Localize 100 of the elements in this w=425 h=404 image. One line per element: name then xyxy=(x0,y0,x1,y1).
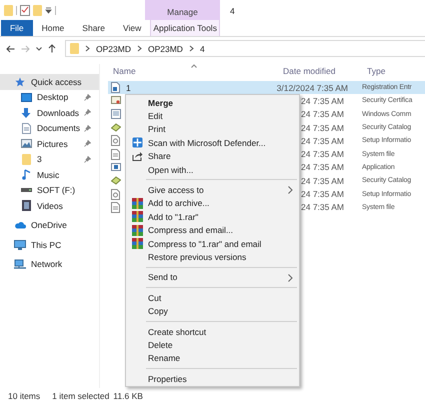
cloud-icon xyxy=(14,221,26,230)
pin-icon xyxy=(84,140,91,147)
pin-icon xyxy=(84,156,91,162)
menu-item[interactable]: Delete xyxy=(126,338,299,352)
film-icon xyxy=(22,200,30,212)
column-header[interactable]: Name xyxy=(108,66,283,76)
breadcrumb[interactable]: OP23MD xyxy=(148,44,183,54)
menu-item[interactable]: Print xyxy=(126,122,299,136)
sort-caret-icon xyxy=(191,64,197,68)
ribbon-tab[interactable]: Home xyxy=(32,20,74,36)
window-title: 4 xyxy=(229,5,235,18)
archive-books-icon xyxy=(132,238,142,250)
sidebar-item[interactable]: OneDrive xyxy=(0,218,99,233)
sidebar-item[interactable]: 3 xyxy=(0,152,99,167)
column-header[interactable]: Type xyxy=(367,66,386,76)
item-count: 10 items xyxy=(8,391,40,401)
share-icon xyxy=(132,151,142,162)
date-cell: 24 7:35 AM xyxy=(301,162,344,172)
dropdown-icon[interactable] xyxy=(45,6,52,14)
back-arrow-icon[interactable] xyxy=(6,44,15,52)
file-icon xyxy=(111,95,121,106)
folder-icon xyxy=(4,4,13,16)
desktop-icon xyxy=(20,92,32,102)
file-icon xyxy=(111,175,121,186)
date-cell: 24 7:35 AM xyxy=(301,122,344,133)
sidebar-item[interactable]: This PC xyxy=(0,237,99,252)
date-cell: 24 7:35 AM xyxy=(301,176,344,186)
sidebar-item[interactable]: Music xyxy=(0,167,99,182)
menu-item[interactable]: Give access to xyxy=(126,183,299,197)
drive-icon xyxy=(20,187,32,194)
breadcrumb[interactable]: OP23MD xyxy=(96,44,131,54)
picture-icon xyxy=(20,139,32,148)
music-note-icon xyxy=(22,169,30,180)
ribbon-tab[interactable]: View xyxy=(114,20,150,36)
folder-icon xyxy=(70,43,79,54)
pin-icon xyxy=(84,124,91,132)
ribbon-tab[interactable]: Share xyxy=(73,20,114,36)
sidebar-item[interactable]: SOFT (F:) xyxy=(0,182,99,198)
menu-item[interactable]: Open with... xyxy=(126,162,299,176)
folder-icon xyxy=(22,154,30,165)
date-cell: 24 7:35 AM xyxy=(301,149,344,160)
date-cell: 24 7:35 AM xyxy=(301,202,344,212)
sidebar-item[interactable]: Pictures xyxy=(0,136,99,152)
archive-books-icon xyxy=(132,198,142,209)
menu-item[interactable]: Merge xyxy=(126,96,299,110)
sidebar-item[interactable]: Documents xyxy=(0,120,99,136)
menu-item[interactable]: Add to archive... xyxy=(126,196,299,210)
menu-item[interactable]: Rename xyxy=(126,352,299,366)
up-arrow-icon[interactable] xyxy=(48,44,56,53)
document-icon xyxy=(22,122,30,134)
menu-item[interactable]: Restore previous versions xyxy=(126,250,299,264)
chevron-icon xyxy=(136,45,142,52)
column-header[interactable]: Date modified xyxy=(283,66,367,76)
file-name: 1 xyxy=(126,82,131,93)
dropdown-icon[interactable] xyxy=(36,46,42,50)
file-icon xyxy=(111,202,121,213)
sidebar-item[interactable]: Desktop xyxy=(0,90,99,105)
menu-item[interactable]: Edit xyxy=(126,109,299,123)
file-icon xyxy=(111,148,121,160)
selection-size: 11.6 KB xyxy=(113,391,143,401)
menu-item[interactable]: Copy xyxy=(126,304,299,318)
file-icon xyxy=(111,188,121,200)
chevron-icon xyxy=(188,45,194,52)
breadcrumb[interactable]: 4 xyxy=(200,44,205,54)
file-icon xyxy=(111,162,121,173)
monitor-icon xyxy=(14,240,26,250)
pin-icon xyxy=(84,109,91,116)
file-icon xyxy=(111,122,121,134)
menu-item[interactable]: Compress to "1.rar" and email xyxy=(126,236,299,250)
selection-status: 1 item selected xyxy=(52,391,110,401)
menu-item[interactable]: Share xyxy=(126,150,299,163)
file-icon xyxy=(111,108,121,120)
date-cell: 24 7:35 AM xyxy=(301,189,344,200)
menu-item[interactable]: Compress and email... xyxy=(126,224,299,237)
archive-books-icon xyxy=(132,211,142,222)
menu-item[interactable]: Properties xyxy=(126,372,299,386)
contextual-tab-header: Manage xyxy=(145,0,220,20)
menu-item[interactable]: Cut xyxy=(126,291,299,304)
file-icon xyxy=(111,135,121,146)
network-icon xyxy=(14,259,26,270)
sidebar-item[interactable]: Quick access xyxy=(0,74,99,90)
date-cell: 24 7:35 AM xyxy=(301,109,344,120)
date-cell: 24 7:35 AM xyxy=(301,136,344,146)
sidebar-item[interactable]: Videos xyxy=(0,198,99,214)
chevron-icon xyxy=(85,45,90,52)
date-cell: 3/12/2024 7:35 AM xyxy=(278,82,348,93)
date-cell: 24 7:35 AM xyxy=(301,96,344,106)
file-icon xyxy=(111,82,121,94)
menu-item[interactable]: Send to xyxy=(126,270,299,284)
sidebar-item[interactable]: Network xyxy=(0,256,99,272)
pin-icon xyxy=(84,94,91,100)
address-field[interactable]: OP23MD OP23MD 4 xyxy=(65,40,425,57)
properties-icon[interactable] xyxy=(20,4,30,16)
archive-books-icon xyxy=(132,224,142,236)
star-icon xyxy=(15,76,25,87)
file-tab[interactable]: File xyxy=(1,20,33,36)
menu-item[interactable]: Create shortcut xyxy=(126,324,299,338)
sidebar-item[interactable]: Downloads xyxy=(0,105,99,120)
menu-item[interactable]: Scan with Microsoft Defender... xyxy=(126,136,299,150)
menu-item[interactable]: Add to "1.rar" xyxy=(126,210,299,224)
